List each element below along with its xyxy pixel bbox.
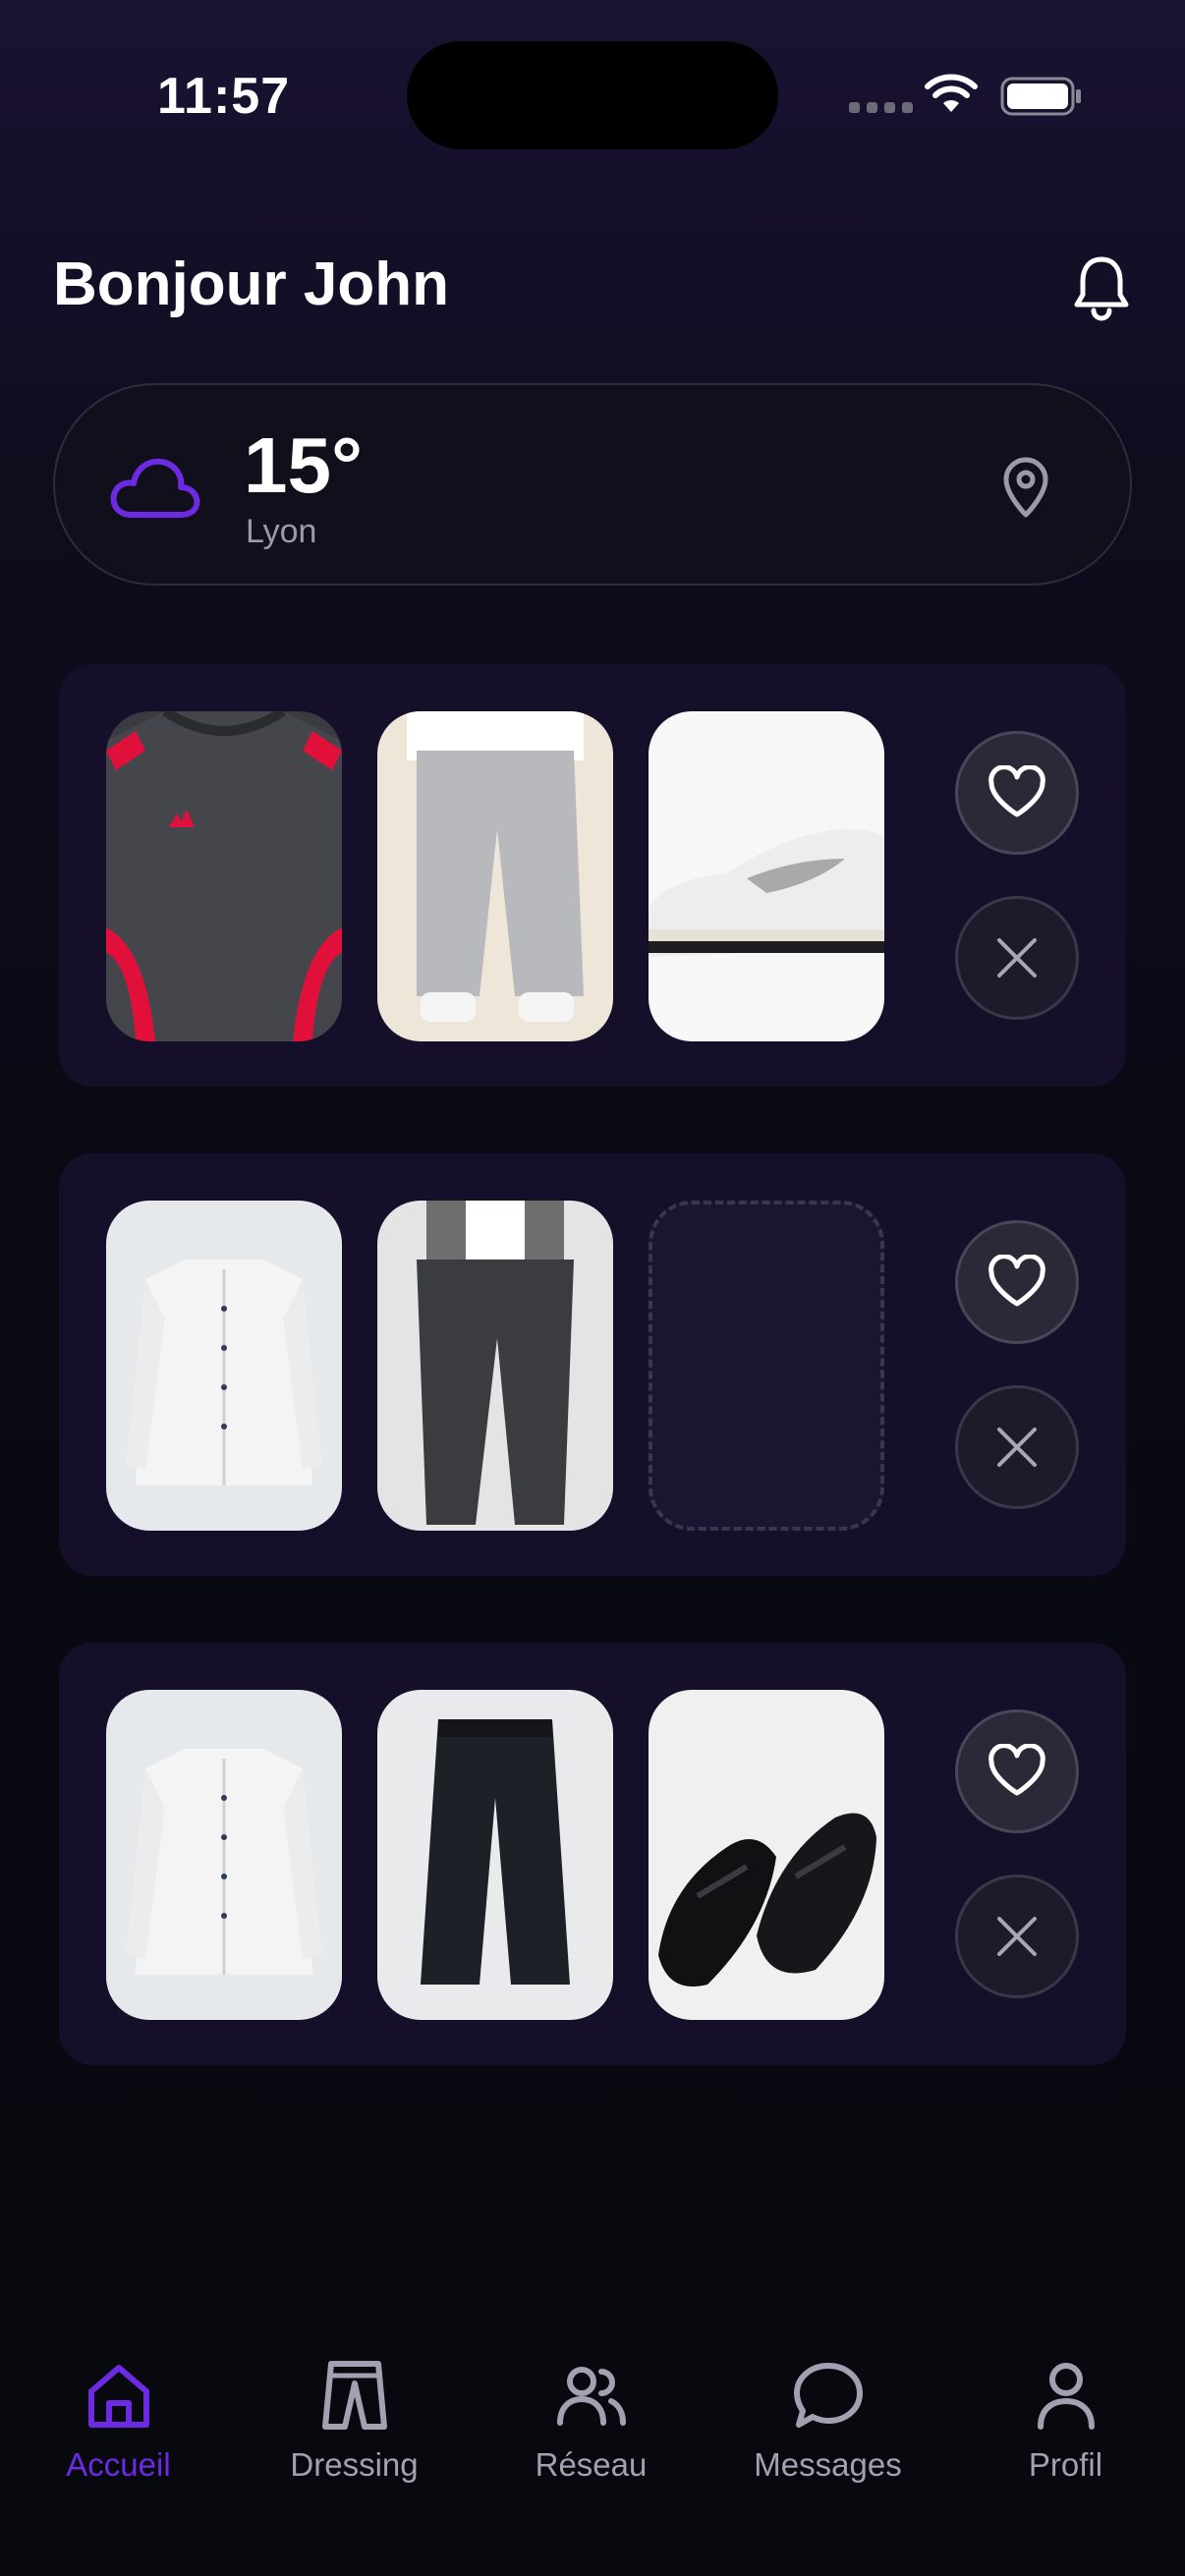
bell-icon[interactable] xyxy=(1069,253,1134,322)
nav-item-accueil[interactable]: Accueil xyxy=(0,2326,237,2576)
close-icon xyxy=(997,1917,1037,1956)
bottom-nav: Accueil Dressing Réseau Messages Profil xyxy=(0,2326,1185,2576)
like-button[interactable] xyxy=(955,1709,1079,1833)
heart-icon xyxy=(988,1744,1045,1796)
outfit-item-shirt[interactable] xyxy=(106,1201,342,1531)
close-icon xyxy=(997,938,1037,978)
like-button[interactable] xyxy=(955,731,1079,855)
location-pin-icon[interactable] xyxy=(998,456,1053,519)
pants-icon xyxy=(321,2361,387,2430)
cellular-signal-icon xyxy=(849,102,913,113)
nav-label: Réseau xyxy=(535,2446,648,2483)
outfit-card xyxy=(59,1153,1126,1576)
dynamic-island xyxy=(407,41,778,149)
cloud-icon xyxy=(110,458,200,518)
users-icon xyxy=(556,2367,626,2426)
nav-label: Messages xyxy=(754,2446,902,2483)
shirt-image xyxy=(106,1690,342,2020)
loafers-image xyxy=(649,1690,884,2020)
outfit-card xyxy=(59,664,1126,1087)
nav-label: Accueil xyxy=(66,2446,171,2483)
nav-item-profil[interactable]: Profil xyxy=(947,2326,1184,2576)
home-icon xyxy=(87,2365,149,2428)
weather-temperature: 15° xyxy=(244,421,363,509)
outfit-card xyxy=(59,1643,1126,2065)
status-time: 11:57 xyxy=(157,68,291,125)
outfit-item-tshirt[interactable] xyxy=(106,711,342,1041)
heart-icon xyxy=(988,765,1045,817)
like-button[interactable] xyxy=(955,1220,1079,1344)
dislike-button[interactable] xyxy=(955,1385,1079,1509)
dislike-button[interactable] xyxy=(955,1875,1079,1998)
weather-card[interactable]: 15° Lyon xyxy=(53,383,1132,586)
sneakers-image xyxy=(649,711,884,1041)
dislike-button[interactable] xyxy=(955,896,1079,1020)
battery-icon xyxy=(1000,77,1081,116)
tshirt-image xyxy=(106,711,342,1041)
nav-item-reseau[interactable]: Réseau xyxy=(473,2326,709,2576)
outfit-item-empty-slot[interactable] xyxy=(649,1201,884,1531)
nav-label: Profil xyxy=(1028,2446,1103,2483)
jeans-image xyxy=(377,1201,613,1531)
outfit-item-joggers[interactable] xyxy=(377,711,613,1041)
weather-city: Lyon xyxy=(246,513,317,550)
outfit-item-sneakers[interactable] xyxy=(649,711,884,1041)
nav-item-dressing[interactable]: Dressing xyxy=(236,2326,473,2576)
heart-icon xyxy=(988,1255,1045,1307)
outfit-item-shirt[interactable] xyxy=(106,1690,342,2020)
outfit-item-loafers[interactable] xyxy=(649,1690,884,2020)
joggers-image xyxy=(377,711,613,1041)
nav-item-messages[interactable]: Messages xyxy=(709,2326,946,2576)
outfit-item-trousers[interactable] xyxy=(377,1690,613,2020)
wifi-icon xyxy=(925,74,978,112)
user-icon xyxy=(1037,2363,1095,2430)
chat-icon xyxy=(793,2363,863,2428)
outfit-item-jeans[interactable] xyxy=(377,1201,613,1531)
nav-label: Dressing xyxy=(290,2446,419,2483)
shirt-image xyxy=(106,1201,342,1531)
trousers-image xyxy=(377,1690,613,2020)
status-bar: 11:57 xyxy=(0,0,1185,187)
close-icon xyxy=(997,1428,1037,1467)
greeting-title: Bonjour John xyxy=(53,251,449,318)
